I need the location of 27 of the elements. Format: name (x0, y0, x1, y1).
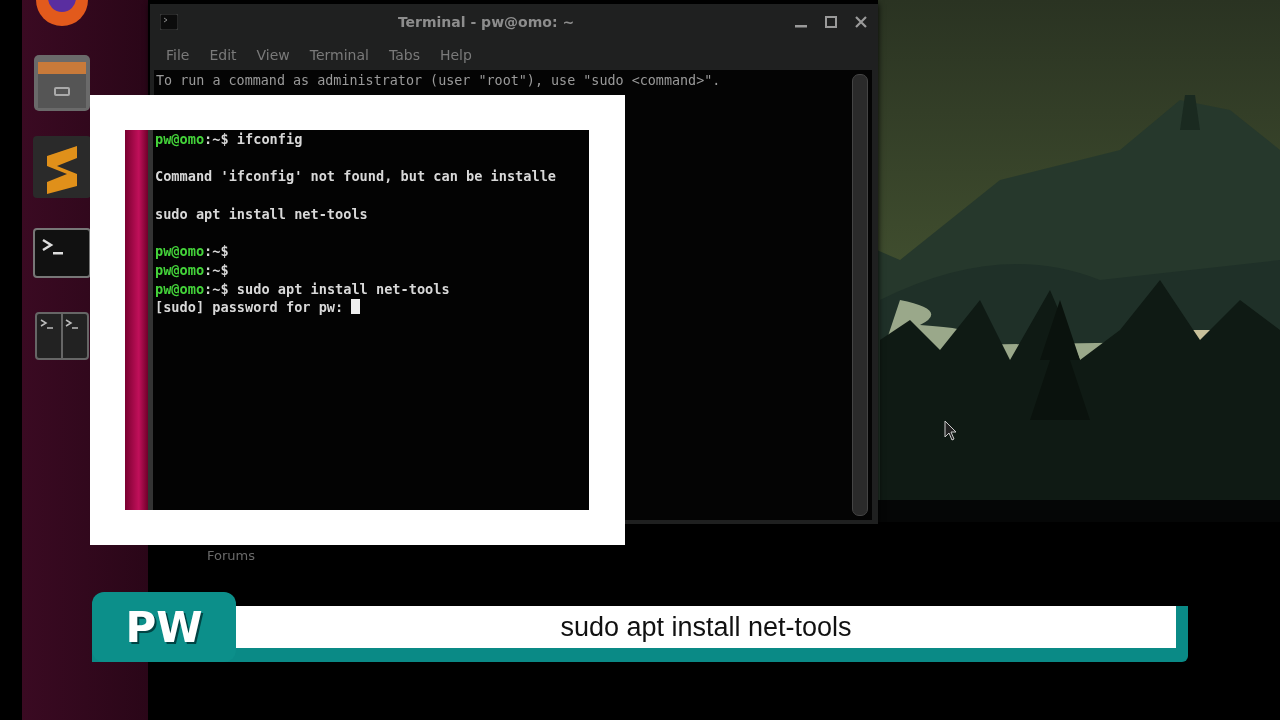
terminal-line: pw@omo:~$ sudo apt install net-tools (155, 280, 450, 297)
terminal-line: pw@omo:~$ ifconfig (155, 131, 303, 147)
terminal-line: To run a command as administrator (user "root"), use "sudo <command>". (156, 72, 722, 90)
menu-item[interactable]: Tabs (378, 45, 430, 65)
maximize-icon[interactable] (824, 15, 838, 29)
window-title: Terminal - pw@omo: ~ (396, 14, 576, 30)
terminal-icon[interactable] (33, 228, 91, 278)
logo: PW (92, 592, 236, 662)
file-cabinet-icon[interactable] (33, 54, 91, 112)
close-icon[interactable] (854, 15, 868, 29)
terminal-icon (160, 14, 178, 30)
terminal-line: pw@omo:~$ (155, 243, 229, 260)
terminal-line: pw@omo:~$ (155, 261, 229, 278)
terminal-line: sudo apt install net-tools (155, 205, 368, 222)
scrollbar[interactable] (852, 74, 868, 516)
browser-icon[interactable] (34, 0, 90, 28)
menu-item[interactable]: Terminal (299, 45, 379, 65)
menu-item[interactable]: Edit (199, 45, 247, 65)
desktop-icon-label[interactable]: Forums (207, 548, 255, 563)
terminal-line: [sudo] password for pw: (155, 299, 345, 316)
split-terminal-icon[interactable] (35, 312, 89, 360)
menu-item[interactable]: File (156, 45, 200, 65)
caption-text: sudo apt install net-tools (236, 606, 1176, 648)
menu-item[interactable]: Help (429, 45, 482, 65)
mouse-pointer-icon (944, 420, 958, 442)
terminal-line: Command 'ifconfig' not found, but can be installe (155, 168, 557, 185)
menu-item[interactable]: View (246, 45, 300, 65)
